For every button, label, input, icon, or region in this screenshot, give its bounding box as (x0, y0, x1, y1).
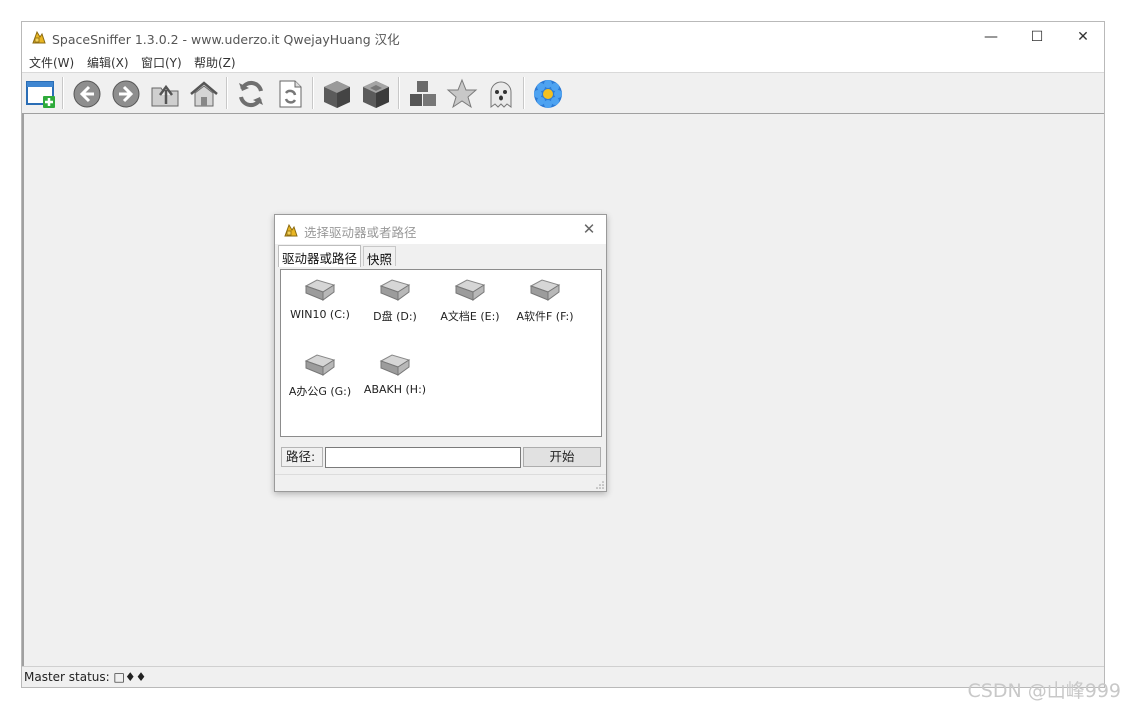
select-drive-dialog: 选择驱动器或者路径 ✕ 驱动器或路径 快照 WIN10 (C:) D盘 (D:) (274, 214, 607, 492)
dialog-title-bar: 选择驱动器或者路径 ✕ (275, 215, 606, 244)
drive-item[interactable]: A文档E (E:) (433, 272, 507, 332)
drive-label: ABAKH (H:) (363, 383, 427, 396)
title-bar: SpaceSniffer 1.3.0.2 - www.uderzo.it Qwe… (22, 22, 1104, 52)
menu-file[interactable]: 文件(W) (29, 54, 74, 71)
path-label: 路径: (281, 447, 323, 467)
window-title: SpaceSniffer 1.3.0.2 - www.uderzo.it Qwe… (52, 32, 400, 47)
menu-window[interactable]: 窗口(Y) (141, 54, 182, 71)
zoom-in-button[interactable] (320, 77, 354, 111)
dialog-footer (275, 474, 606, 491)
refresh-document-icon (279, 80, 302, 108)
status-bar: Master status: □♦♦ (22, 666, 1104, 687)
app-icon (32, 30, 46, 44)
up-folder-button[interactable] (148, 77, 182, 111)
cubes-button[interactable] (406, 77, 440, 111)
hard-drive-icon (454, 279, 486, 301)
ghost-icon (490, 81, 512, 108)
menu-help[interactable]: 帮助(Z) (194, 54, 236, 71)
flower-button[interactable] (531, 77, 565, 111)
hard-drive-icon (379, 279, 411, 301)
cubes-icon (410, 81, 436, 106)
drive-list: WIN10 (C:) D盘 (D:) A文档E (E:) A软件F (F:) A… (280, 269, 602, 437)
resize-grip-icon[interactable] (596, 481, 604, 489)
new-window-button[interactable] (24, 77, 58, 111)
zoom-in-cube-icon (324, 81, 350, 108)
menu-bar: 文件(W) 编辑(X) 窗口(Y) 帮助(Z) (22, 52, 1104, 73)
hard-drive-icon (529, 279, 561, 301)
drive-label: A文档E (E:) (440, 310, 500, 323)
path-input[interactable] (325, 447, 521, 468)
watermark: CSDN @山峰999 (967, 680, 1121, 702)
home-icon (190, 81, 218, 107)
zoom-out-cube-icon (363, 81, 389, 108)
dialog-close-button[interactable]: ✕ (580, 220, 598, 238)
drive-item[interactable]: D盘 (D:) (358, 272, 432, 332)
star-button[interactable] (445, 77, 479, 111)
forward-button[interactable] (109, 77, 143, 111)
refresh-button[interactable] (234, 77, 268, 111)
new-window-icon (26, 81, 55, 108)
drive-label: A办公G (G:) (288, 385, 352, 398)
refresh-icon (239, 80, 263, 108)
start-button[interactable]: 开始 (523, 447, 601, 467)
path-row: 路径: 开始 (281, 447, 601, 469)
tab-snapshot[interactable]: 快照 (363, 246, 397, 267)
star-icon (446, 78, 478, 109)
flower-icon (534, 80, 562, 108)
toolbar (22, 73, 1104, 114)
hard-drive-icon (304, 354, 336, 376)
menu-edit[interactable]: 编辑(X) (87, 54, 129, 71)
app-icon (284, 223, 298, 237)
drive-item[interactable]: ABAKH (H:) (358, 347, 432, 407)
minimize-button[interactable]: — (968, 22, 1014, 52)
zoom-out-button[interactable] (359, 77, 393, 111)
drive-label: A软件F (F:) (516, 310, 574, 323)
status-text: Master status: □♦♦ (24, 670, 147, 684)
ghost-button[interactable] (484, 77, 518, 111)
tab-drive-or-path[interactable]: 驱动器或路径 (278, 245, 362, 267)
drive-label: D盘 (D:) (373, 310, 417, 323)
hard-drive-icon (379, 354, 411, 376)
back-icon (73, 80, 101, 108)
back-button[interactable] (70, 77, 104, 111)
drive-label: WIN10 (C:) (290, 308, 350, 321)
close-button[interactable]: ✕ (1060, 22, 1106, 52)
drive-item[interactable]: A软件F (F:) (508, 272, 582, 332)
dialog-title: 选择驱动器或者路径 (304, 225, 417, 240)
refresh-document-button[interactable] (273, 77, 307, 111)
drive-item[interactable]: WIN10 (C:) (283, 272, 357, 332)
maximize-button[interactable]: ☐ (1014, 22, 1060, 52)
home-button[interactable] (187, 77, 221, 111)
forward-icon (112, 80, 140, 108)
drive-item[interactable]: A办公G (G:) (283, 347, 357, 407)
hard-drive-icon (304, 279, 336, 301)
up-folder-icon (151, 84, 179, 107)
